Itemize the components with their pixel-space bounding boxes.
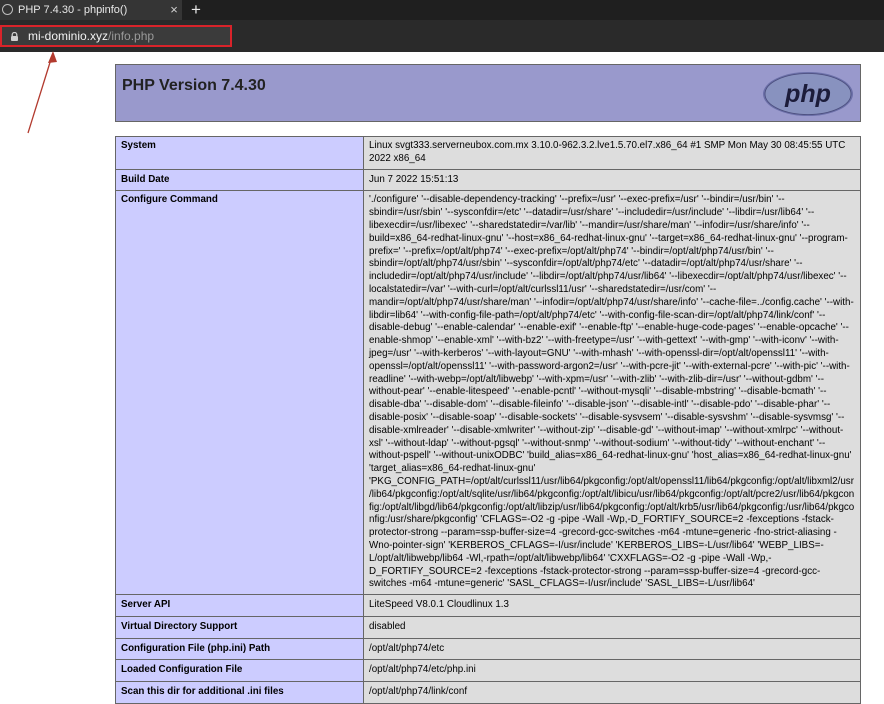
globe-icon [2, 4, 13, 15]
table-row: Virtual Directory Support disabled [115, 615, 861, 639]
row-value-virtual-directory-support: disabled [363, 615, 861, 639]
row-label-virtual-directory-support: Virtual Directory Support [115, 615, 364, 639]
row-value-config-file-path: /opt/alt/php74/etc [363, 637, 861, 661]
row-label-build-date: Build Date [115, 168, 364, 192]
new-tab-button[interactable]: + [186, 0, 206, 20]
php-logo-icon[interactable]: php [762, 71, 854, 117]
php-logo-text: php [784, 80, 831, 108]
table-row: System Linux svgt333.serverneubox.com.mx… [115, 136, 861, 170]
table-row: Server API LiteSpeed V8.0.1 Cloudlinux 1… [115, 594, 861, 617]
row-value-scan-dir: /opt/alt/php74/link/conf [363, 681, 861, 704]
page-title: PHP Version 7.4.30 [122, 77, 266, 94]
row-label-loaded-config-file: Loaded Configuration File [115, 659, 364, 683]
tab-title: PHP 7.4.30 - phpinfo() [18, 4, 128, 16]
browser-toolbar: mi-dominio.xyz/info.php [0, 20, 884, 52]
table-row: Configuration File (php.ini) Path /opt/a… [115, 637, 861, 661]
row-value-build-date: Jun 7 2022 15:51:13 [363, 168, 861, 192]
row-label-configure-command: Configure Command [115, 190, 364, 596]
php-version-header: PHP Version 7.4.30 php [115, 64, 861, 122]
table-row: Loaded Configuration File /opt/alt/php74… [115, 659, 861, 683]
browser-tab-strip: PHP 7.4.30 - phpinfo() × + [0, 0, 884, 20]
row-label-scan-dir: Scan this dir for additional .ini files [115, 681, 364, 704]
row-label-server-api: Server API [115, 594, 364, 617]
table-row: Configure Command './configure' '--disab… [115, 190, 861, 596]
php-info-table: System Linux svgt333.serverneubox.com.mx… [115, 136, 861, 704]
browser-tab-active[interactable]: PHP 7.4.30 - phpinfo() × [0, 0, 182, 20]
row-value-system: Linux svgt333.serverneubox.com.mx 3.10.0… [363, 136, 861, 170]
row-value-configure-command: './configure' '--disable-dependency-trac… [363, 190, 861, 596]
row-label-config-file-path: Configuration File (php.ini) Path [115, 637, 364, 661]
annotation-arrow-icon [27, 51, 57, 134]
url-path: /info.php [108, 29, 155, 43]
row-value-loaded-config-file: /opt/alt/php74/etc/php.ini [363, 659, 861, 683]
row-label-system: System [115, 136, 364, 170]
table-row: Build Date Jun 7 2022 15:51:13 [115, 168, 861, 192]
row-value-server-api: LiteSpeed V8.0.1 Cloudlinux 1.3 [363, 594, 861, 617]
table-row: Scan this dir for additional .ini files … [115, 681, 861, 704]
close-tab-icon[interactable]: × [166, 0, 182, 20]
